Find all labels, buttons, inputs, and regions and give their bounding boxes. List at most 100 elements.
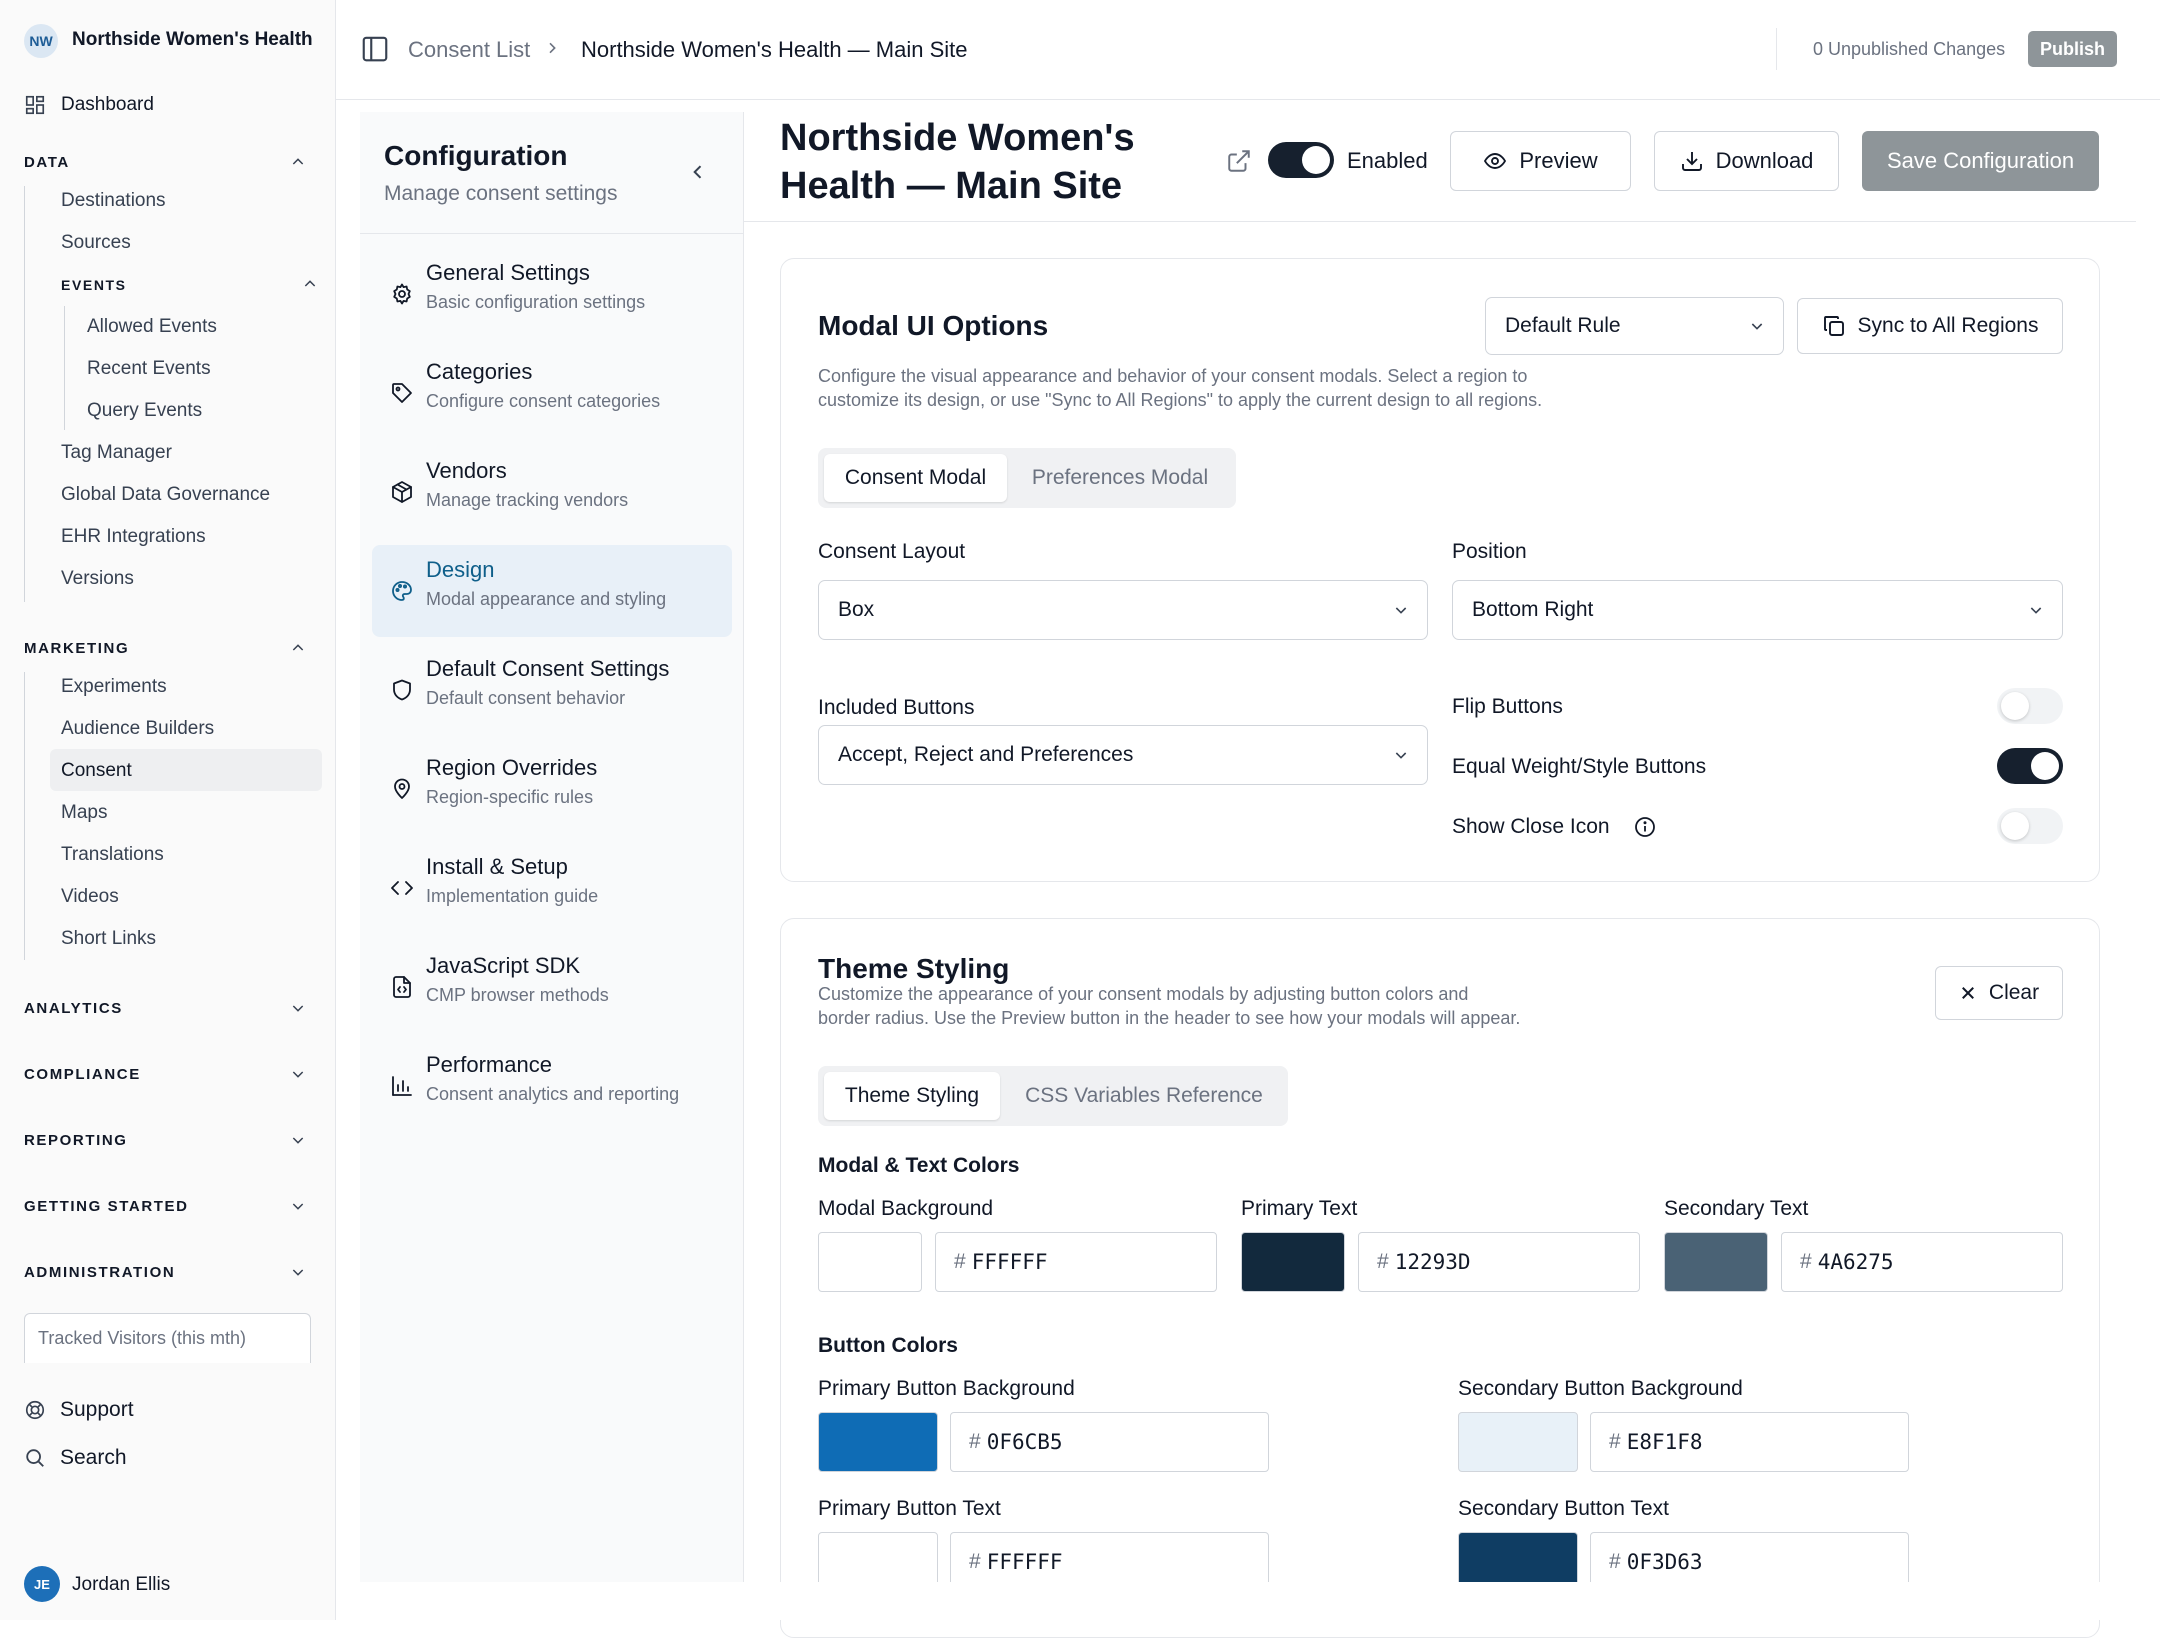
config-item-subtitle: Region-specific rules (426, 787, 594, 807)
sidebar-item-videos[interactable]: Videos (61, 886, 119, 908)
consent-layout-select[interactable]: Box (818, 580, 1428, 640)
sidebar-item-tag-manager[interactable]: Tag Manager (61, 442, 172, 464)
chevron-down-icon[interactable] (290, 1264, 306, 1280)
chevron-down-icon (2030, 607, 2042, 614)
toggle-knob (1302, 146, 1330, 174)
section-analytics-title[interactable]: ANALYTICS (24, 1000, 123, 1017)
tab-theme-styling[interactable]: Theme Styling (824, 1072, 1000, 1120)
config-item-subtitle: Basic configuration settings (426, 292, 646, 312)
config-item-title: Categories (426, 359, 533, 384)
clear-button[interactable]: Clear (1935, 966, 2063, 1020)
sidebar-item-query-events[interactable]: Query Events (87, 400, 202, 422)
section-getting-started-title[interactable]: GETTING STARTED (24, 1198, 189, 1215)
secondary-text-input[interactable]: #4A6275 (1781, 1232, 2063, 1292)
sidebar-item-maps[interactable]: Maps (61, 802, 107, 824)
position-select[interactable]: Bottom Right (1452, 580, 2063, 640)
config-item-categories[interactable]: Categories Configure consent categories (372, 347, 732, 439)
sidebar-item-ehr-integrations[interactable]: EHR Integrations (61, 526, 206, 548)
chevron-up-icon[interactable] (290, 640, 306, 656)
section-marketing-title[interactable]: MARKETING (24, 640, 129, 657)
modal-background-swatch[interactable] (818, 1232, 922, 1292)
tab-css-variables-reference[interactable]: CSS Variables Reference (1006, 1072, 1282, 1120)
hex-value: FFFFFF (971, 1250, 1048, 1274)
sidebar-item-experiments[interactable]: Experiments (61, 676, 167, 698)
search-link[interactable]: Search (24, 1444, 324, 1474)
enabled-toggle[interactable] (1268, 142, 1334, 178)
primary-button-background-input[interactable]: #0F6CB5 (950, 1412, 1269, 1472)
description-line: Customize the appearance of your consent… (818, 984, 1469, 1004)
user-menu[interactable]: JE Jordan Ellis (24, 1566, 324, 1602)
breadcrumb-parent[interactable]: Consent List (408, 37, 530, 63)
chevron-down-icon (1395, 607, 1407, 614)
sidebar-item-dashboard[interactable]: Dashboard (24, 90, 324, 120)
config-item-performance[interactable]: Performance Consent analytics and reporti… (372, 1040, 732, 1132)
config-item-design[interactable]: Design Modal appearance and styling (372, 545, 732, 637)
config-item-region-overrides[interactable]: Region Overrides Region-specific rules (372, 743, 732, 835)
section-data-title[interactable]: DATA (24, 154, 70, 171)
hex-value: FFFFFF (986, 1550, 1063, 1574)
sidebar-item-short-links[interactable]: Short Links (61, 928, 156, 950)
config-item-general-settings[interactable]: General Settings Basic configuration sett… (372, 248, 732, 340)
save-configuration-button[interactable]: Save Configuration (1862, 131, 2099, 191)
primary-button-background-swatch[interactable] (818, 1412, 938, 1472)
secondary-button-background-swatch[interactable] (1458, 1412, 1578, 1472)
section-reporting-title[interactable]: REPORTING (24, 1132, 128, 1149)
chevron-down-icon[interactable] (290, 1000, 306, 1016)
sidebar-item-global-data-governance[interactable]: Global Data Governance (61, 484, 270, 506)
button-colors-heading: Button Colors (818, 1334, 958, 1357)
chevron-up-icon[interactable] (302, 276, 318, 292)
config-item-title: JavaScript SDK (426, 953, 581, 978)
config-item-subtitle: Default consent behavior (426, 688, 626, 708)
info-icon[interactable] (1633, 815, 1657, 839)
sidebar-item-recent-events[interactable]: Recent Events (87, 358, 211, 380)
flip-buttons-toggle[interactable] (1997, 688, 2063, 724)
preview-button[interactable]: Preview (1450, 131, 1631, 191)
sidebar-item-allowed-events[interactable]: Allowed Events (87, 316, 217, 338)
support-link[interactable]: Support (24, 1396, 324, 1426)
equal-weight-toggle[interactable] (1997, 748, 2063, 784)
modal-background-input[interactable]: # FFFFFF (935, 1232, 1217, 1292)
sidebar: NW Northside Women's Health Dashboard DA… (0, 0, 336, 1620)
chevron-down-icon[interactable] (290, 1198, 306, 1214)
consent-layout-label: Consent Layout (818, 540, 966, 563)
show-close-toggle[interactable] (1997, 808, 2063, 844)
tab-preferences-modal[interactable]: Preferences Modal (1013, 454, 1227, 502)
tab-consent-modal[interactable]: Consent Modal (824, 454, 1007, 502)
primary-text-swatch[interactable] (1241, 1232, 1345, 1292)
rule-select[interactable]: Default Rule (1485, 297, 1784, 355)
sidebar-toggle-icon[interactable] (360, 34, 390, 64)
collapse-panel-icon[interactable] (688, 162, 708, 182)
config-item-javascript-sdk[interactable]: JavaScript SDK CMP browser methods (372, 941, 732, 1033)
config-item-install-setup[interactable]: Install & Setup Implementation guide (372, 842, 732, 934)
chevron-down-icon[interactable] (290, 1066, 306, 1082)
config-item-subtitle: Manage tracking vendors (426, 490, 629, 510)
config-item-subtitle: Configure consent categories (426, 391, 661, 411)
sidebar-item-sources[interactable]: Sources (61, 232, 131, 254)
included-buttons-select[interactable]: Accept, Reject and Preferences (818, 725, 1428, 785)
sidebar-item-destinations[interactable]: Destinations (61, 190, 166, 212)
secondary-button-background-input[interactable]: # E8F1F8 (1590, 1412, 1909, 1472)
secondary-text-swatch[interactable] (1664, 1232, 1768, 1292)
sidebar-item-translations[interactable]: Translations (61, 844, 164, 866)
sidebar-item-consent[interactable]: Consent (61, 760, 132, 782)
sync-all-regions-button[interactable]: Sync to All Regions (1797, 298, 2063, 354)
position-label: Position (1452, 540, 1527, 563)
external-link-icon[interactable] (1226, 148, 1252, 174)
sidebar-item-audience-builders[interactable]: Audience Builders (61, 718, 214, 740)
section-events-title[interactable]: EVENTS (61, 277, 127, 293)
chevron-up-icon[interactable] (290, 154, 306, 170)
workspace-switcher[interactable]: NW Northside Women's Health (24, 24, 324, 58)
section-administration-title[interactable]: ADMINISTRATION (24, 1264, 175, 1281)
config-item-default-consent-settings[interactable]: Default Consent Settings Default consent … (372, 644, 732, 736)
tracked-visitors-label: Tracked Visitors (this mth) (38, 1328, 247, 1348)
config-item-title: Vendors (426, 458, 507, 483)
chevron-down-icon[interactable] (290, 1132, 306, 1148)
sidebar-item-versions[interactable]: Versions (61, 568, 134, 590)
config-item-title: Region Overrides (426, 755, 598, 780)
config-item-vendors[interactable]: Vendors Manage tracking vendors (372, 446, 732, 538)
publish-button[interactable]: Publish (2028, 31, 2117, 67)
section-compliance-title[interactable]: COMPLIANCE (24, 1066, 141, 1083)
primary-text-input[interactable]: #12293D (1358, 1232, 1640, 1292)
breadcrumb-current: Northside Women's Health — Main Site (581, 37, 968, 62)
download-button[interactable]: Download (1654, 131, 1839, 191)
